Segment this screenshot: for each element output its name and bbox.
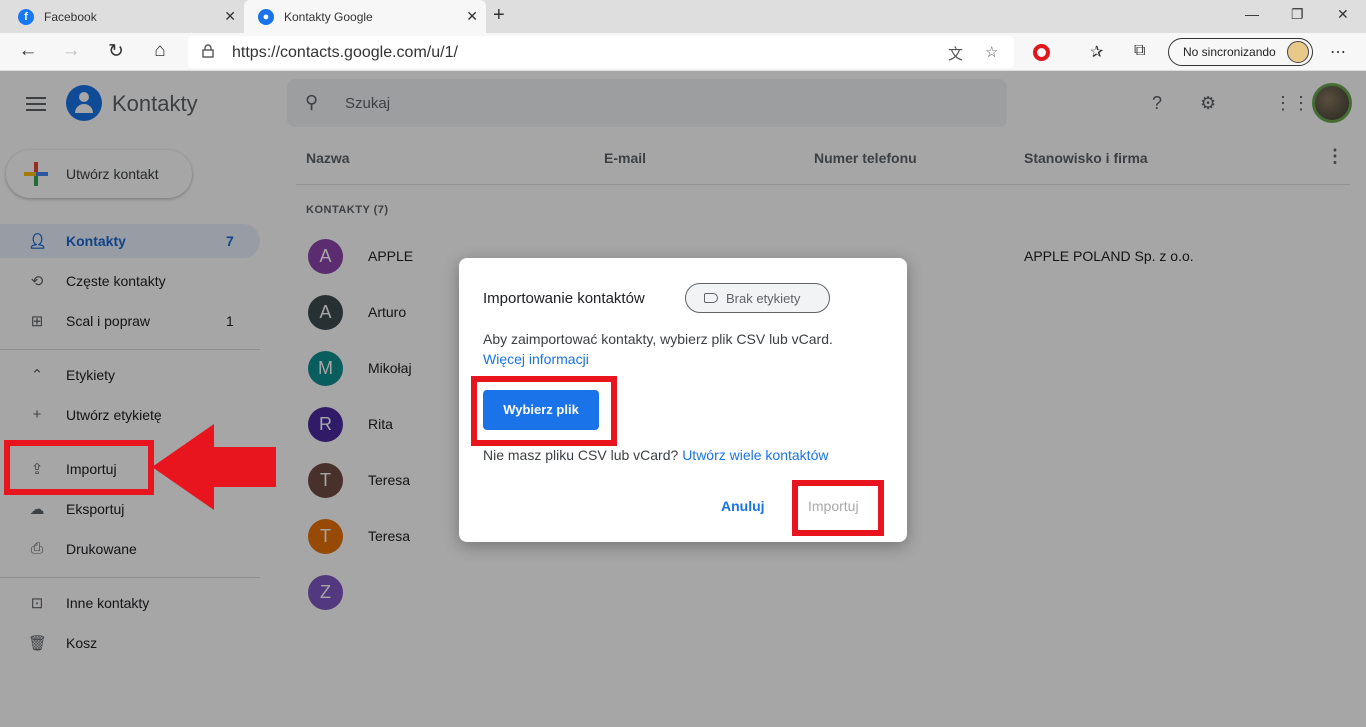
create-many-contacts-link[interactable]: Utwórz wiele kontaktów <box>682 447 828 463</box>
refresh-icon[interactable]: ↻ <box>105 40 127 63</box>
dialog-description: Aby zaimportować kontakty, wybierz plik … <box>483 331 833 347</box>
collections-icon[interactable]: ⧉ <box>1134 42 1145 60</box>
new-tab-icon[interactable]: + <box>493 4 505 27</box>
favorites-icon[interactable]: ✰ <box>1090 42 1103 62</box>
home-icon[interactable]: ⌂ <box>149 40 171 62</box>
close-tab-icon[interactable]: ✕ <box>224 8 236 25</box>
address-bar[interactable]: https://contacts.google.com/u/1/ 文 ☆ <box>188 36 1014 68</box>
close-window-icon[interactable]: ✕ <box>1337 6 1349 23</box>
profile-avatar <box>1287 41 1309 63</box>
sync-label: No sincronizando <box>1183 45 1276 59</box>
tab-facebook[interactable]: f Facebook ✕ <box>0 0 244 33</box>
dialog-title: Importowanie kontaktów <box>483 290 645 307</box>
address-toolbar: ← → ↻ ⌂ https://contacts.google.com/u/1/… <box>0 33 1366 71</box>
restore-icon[interactable]: ❐ <box>1291 6 1304 23</box>
facebook-icon: f <box>18 8 34 25</box>
contacts-icon: ● <box>258 8 274 25</box>
highlight-choose-file <box>471 376 617 446</box>
no-file-text: Nie masz pliku CSV lub vCard? Utwórz wie… <box>483 447 828 463</box>
opera-icon[interactable] <box>1033 44 1050 61</box>
browser-tab-bar: f Facebook ✕ ● Kontakty Google ✕ + — ❐ ✕ <box>0 0 1366 33</box>
close-tab-icon[interactable]: ✕ <box>466 8 478 25</box>
tab-title: Facebook <box>44 9 97 24</box>
url-text: https://contacts.google.com/u/1/ <box>232 44 458 61</box>
highlight-import-nav <box>4 440 154 495</box>
lock-icon[interactable] <box>202 44 214 58</box>
cancel-button[interactable]: Anuluj <box>721 498 765 514</box>
tab-kontakty-google[interactable]: ● Kontakty Google ✕ <box>244 0 486 33</box>
more-info-link[interactable]: Więcej informacji <box>483 351 589 367</box>
red-arrow-icon <box>152 424 276 510</box>
back-icon[interactable]: ← <box>17 40 39 62</box>
profile-sync-button[interactable]: No sincronizando <box>1168 38 1313 66</box>
favorite-star-icon[interactable]: ☆ <box>985 43 998 61</box>
tab-title: Kontakty Google <box>284 9 373 24</box>
minimize-icon[interactable]: — <box>1245 6 1259 22</box>
label-chip-text: Brak etykiety <box>726 291 801 306</box>
forward-icon[interactable]: → <box>60 40 82 62</box>
more-options-icon[interactable]: ⋯ <box>1330 42 1346 62</box>
label-icon <box>704 293 718 303</box>
label-chip[interactable]: Brak etykiety <box>685 283 830 313</box>
translate-icon[interactable]: 文 <box>948 43 963 64</box>
no-file-question: Nie masz pliku CSV lub vCard? <box>483 447 679 463</box>
highlight-import-button <box>792 480 884 536</box>
